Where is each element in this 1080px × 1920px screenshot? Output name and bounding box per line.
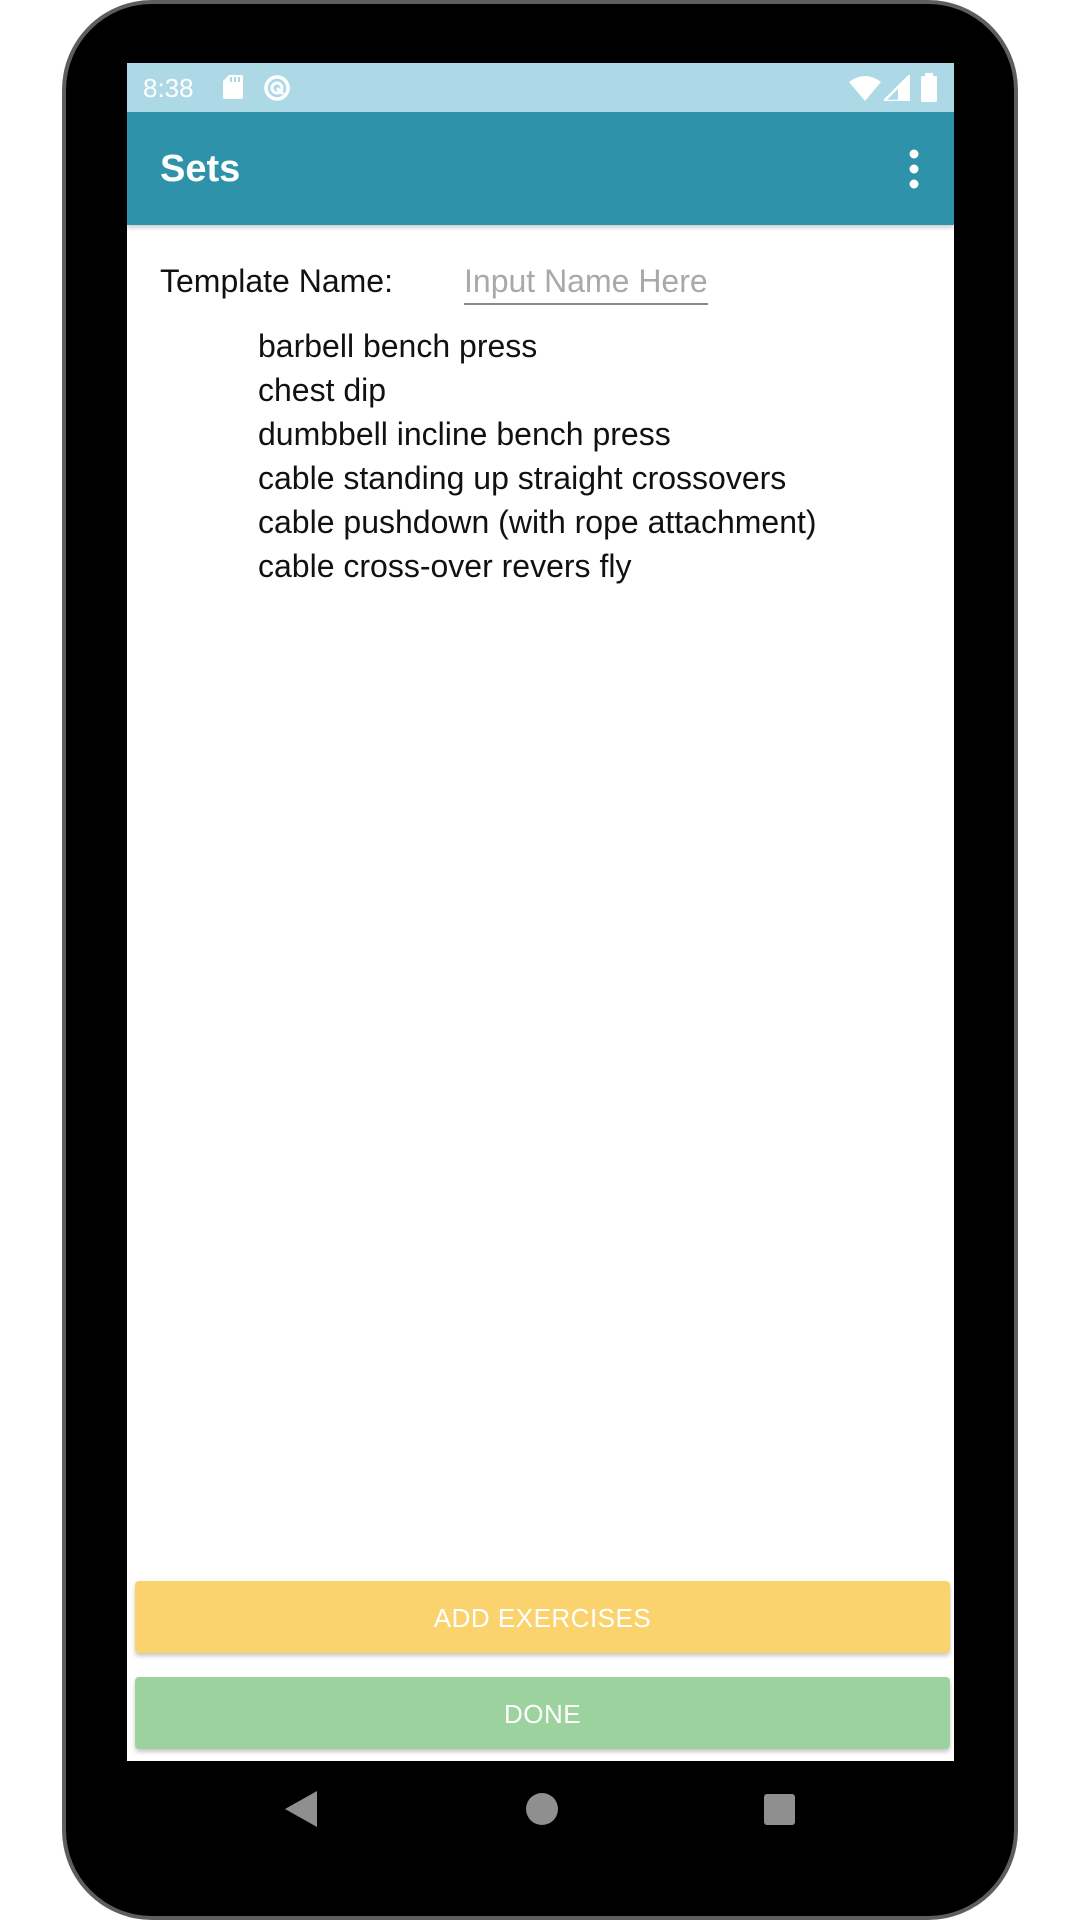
template-name-input[interactable]: [464, 259, 708, 305]
back-icon[interactable]: [285, 1791, 317, 1827]
exercise-item[interactable]: dumbbell incline bench press: [258, 412, 817, 456]
phone-screen: 8:38 Sets Template Name: Input Name Here…: [127, 63, 954, 1761]
exercise-item[interactable]: chest dip: [258, 368, 817, 412]
cell-signal-icon: [884, 75, 910, 101]
add-exercises-button[interactable]: ADD EXERCISES: [135, 1581, 950, 1653]
sync-icon: [264, 75, 290, 101]
exercise-item[interactable]: cable standing up straight crossovers: [258, 456, 817, 500]
done-button[interactable]: DONE: [135, 1677, 950, 1749]
wifi-icon: [849, 76, 881, 101]
battery-icon: [921, 73, 937, 102]
exercise-item[interactable]: barbell bench press: [258, 324, 817, 368]
sd-card-icon: [223, 75, 243, 99]
app-title: Sets: [160, 148, 241, 190]
recents-icon[interactable]: [764, 1794, 795, 1825]
exercise-list: barbell bench press chest dip dumbbell inc…: [258, 324, 817, 588]
more-vert-icon[interactable]: [904, 148, 924, 190]
template-name-label: Template Name:: [160, 263, 393, 299]
home-icon[interactable]: [526, 1793, 558, 1825]
status-bar: 8:38: [127, 63, 954, 112]
app-bar: Sets: [127, 112, 954, 225]
status-time: 8:38: [143, 73, 194, 103]
exercise-item[interactable]: cable cross-over revers fly: [258, 544, 817, 588]
exercise-item[interactable]: cable pushdown (with rope attachment): [258, 500, 817, 544]
